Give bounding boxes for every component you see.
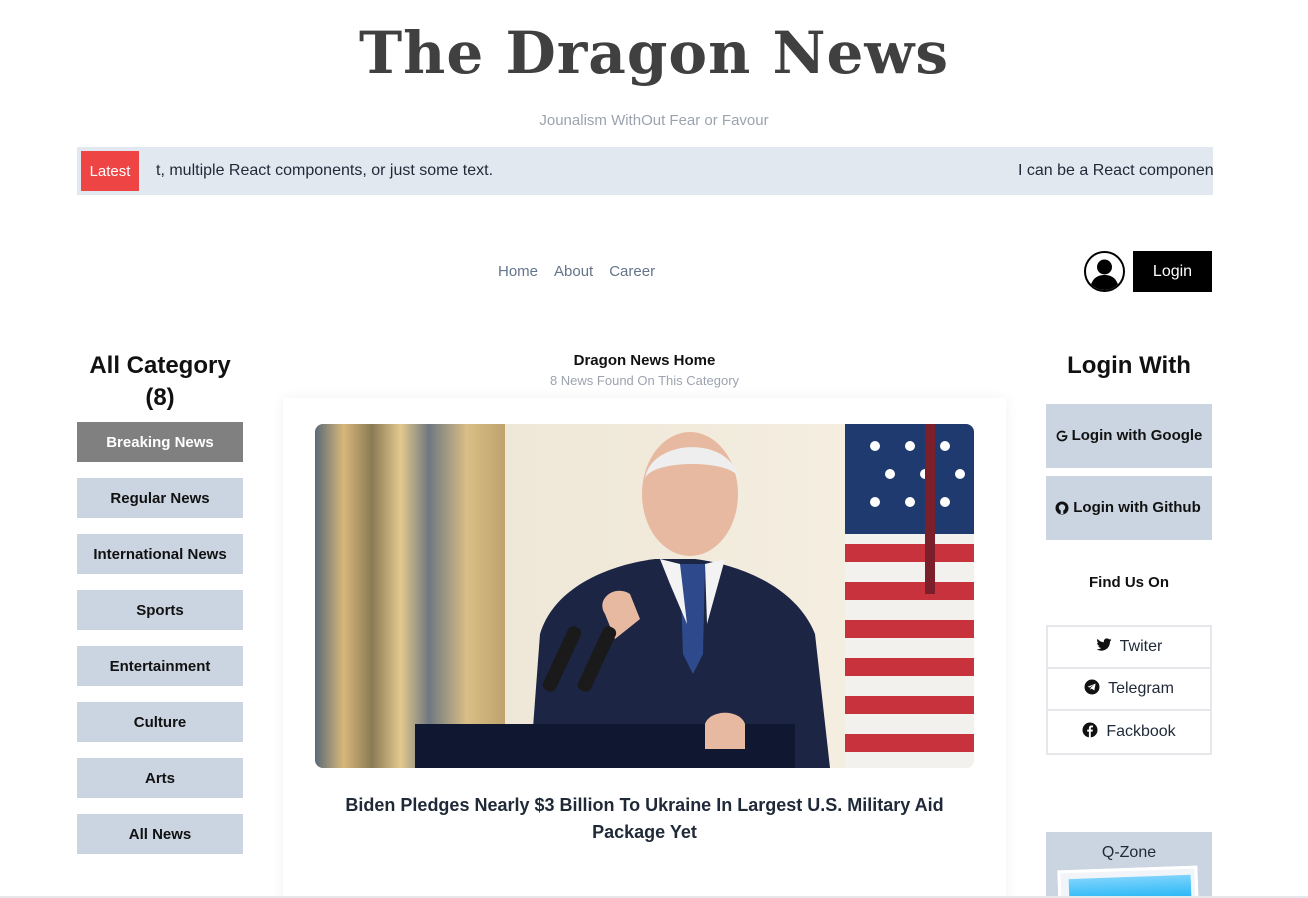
ticker-message[interactable]: I can be a React componen	[1018, 162, 1213, 180]
find-us-heading: Find Us On	[1089, 574, 1169, 591]
login-google-button[interactable]: Login with Google	[1046, 404, 1212, 468]
category-regular-news[interactable]: Regular News	[77, 478, 243, 518]
google-icon	[1054, 428, 1070, 444]
site-tagline: Jounalism WithOut Fear or Favour	[539, 112, 769, 129]
latest-badge: Latest	[81, 151, 139, 191]
main-nav: Home About Career	[498, 263, 655, 280]
news-headline[interactable]: Biden Pledges Nearly $3 Billion To Ukrai…	[343, 792, 946, 846]
social-link-twitter[interactable]: Twiter	[1048, 627, 1210, 669]
login-with-heading: Login With	[1067, 352, 1191, 379]
login-github-label: Login with Github	[1073, 499, 1201, 516]
social-label: Twiter	[1119, 638, 1163, 655]
news-photo[interactable]	[315, 424, 974, 768]
nav-career[interactable]: Career	[609, 263, 655, 280]
telegram-icon	[1084, 679, 1100, 700]
github-icon	[1054, 500, 1070, 516]
category-entertainment[interactable]: Entertainment	[77, 646, 243, 686]
category-arts[interactable]: Arts	[77, 758, 243, 798]
page-title: Dragon News Home	[573, 352, 716, 369]
twitter-icon	[1096, 637, 1112, 657]
category-sidebar: All Category (8) Breaking News Regular N…	[77, 350, 243, 870]
category-list: Breaking News Regular News International…	[77, 422, 243, 854]
news-feed: Dragon News Home 8 News Found On This Ca…	[283, 350, 1006, 898]
login-button[interactable]: Login	[1133, 251, 1212, 292]
news-count: 8 News Found On This Category	[549, 373, 740, 388]
category-breaking-news[interactable]: Breaking News	[77, 422, 243, 462]
social-login-group: Login with Google Login with Github	[1046, 404, 1212, 540]
ticker-message[interactable]: t, multiple React components, or just so…	[156, 162, 493, 180]
facebook-icon	[1082, 722, 1098, 743]
social-link-facebook[interactable]: Fackbook	[1048, 711, 1210, 753]
category-sports[interactable]: Sports	[77, 590, 243, 630]
q-zone-title: Q-Zone	[1101, 844, 1157, 861]
social-label: Fackbook	[1106, 723, 1176, 740]
nav-about[interactable]: About	[554, 263, 593, 280]
category-heading: All Category (8)	[89, 352, 231, 411]
right-sidebar: Login With Login with Google Login with …	[1046, 350, 1212, 898]
login-github-button[interactable]: Login with Github	[1046, 476, 1212, 540]
category-international-news[interactable]: International News	[77, 534, 243, 574]
news-card[interactable]: Biden Pledges Nearly $3 Billion To Ukrai…	[283, 398, 1006, 898]
nav-home[interactable]: Home	[498, 263, 538, 280]
masthead: The Dragon News Jounalism WithOut Fear o…	[0, 18, 1308, 129]
q-zone-image[interactable]	[1057, 865, 1199, 898]
user-avatar-icon[interactable]	[1084, 251, 1125, 292]
category-culture[interactable]: Culture	[77, 702, 243, 742]
q-zone: Q-Zone	[1046, 832, 1212, 898]
category-all-news[interactable]: All News	[77, 814, 243, 854]
site-logo[interactable]: The Dragon News	[0, 18, 1308, 88]
login-google-label: Login with Google	[1071, 427, 1203, 444]
social-link-telegram[interactable]: Telegram	[1048, 669, 1210, 711]
social-links: Twiter Telegram Fackbook	[1046, 625, 1212, 755]
social-label: Telegram	[1108, 680, 1174, 697]
news-ticker: Latest t, multiple React components, or …	[77, 147, 1213, 195]
